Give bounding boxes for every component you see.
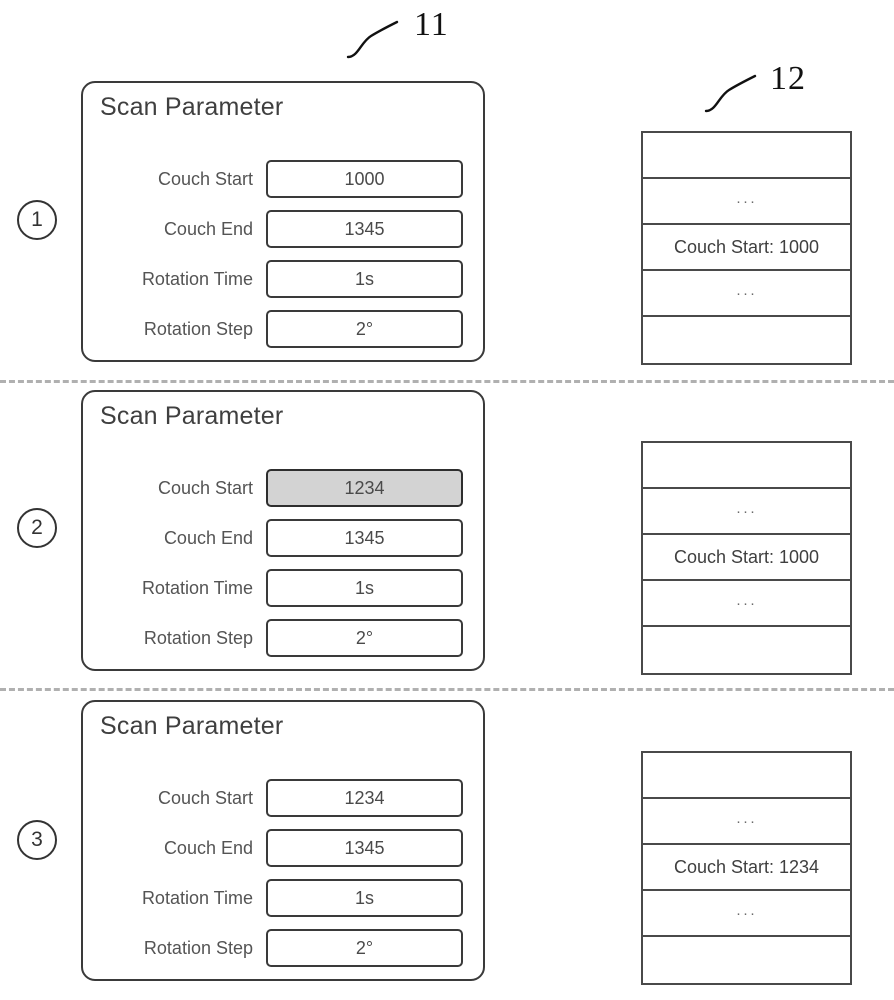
field-input-rotation-time-2[interactable]: 1s (266, 569, 463, 607)
field-row-couch-start-2: Couch Start 1234 (83, 469, 483, 507)
record-table-1: ··· Couch Start: 1000 ··· (641, 131, 852, 365)
record-row (643, 443, 850, 489)
section-divider-2 (0, 688, 894, 691)
reference-number-12: 12 (770, 60, 806, 97)
field-label-couch-end-1: Couch End (163, 219, 253, 239)
field-row-couch-start-3: Couch Start 1234 (83, 779, 483, 817)
scan-parameter-dialog-2[interactable]: Scan Parameter Couch Start 1234 Couch En… (81, 390, 485, 671)
record-table-3: ··· Couch Start: 1234 ··· (641, 751, 852, 985)
record-row: ··· (643, 271, 850, 317)
field-row-rotation-step-3: Rotation Step 2° (83, 929, 483, 967)
field-row-rotation-time-3: Rotation Time 1s (83, 879, 483, 917)
record-row-couch-start: Couch Start: 1234 (643, 845, 850, 891)
field-input-rotation-time-1[interactable]: 1s (266, 260, 463, 298)
field-input-couch-end-1[interactable]: 1345 (266, 210, 463, 248)
scan-parameter-dialog-1[interactable]: Scan Parameter Couch Start 1000 Couch En… (81, 81, 485, 362)
record-row: ··· (643, 489, 850, 535)
record-row-couch-start: Couch Start: 1000 (643, 225, 850, 271)
leader-line-11 (346, 20, 399, 59)
field-label-rotation-step-2: Rotation Step (143, 628, 253, 648)
field-label-rotation-time-2: Rotation Time (141, 578, 253, 598)
record-row (643, 133, 850, 179)
record-row (643, 627, 850, 673)
field-label-rotation-time-3: Rotation Time (141, 888, 253, 908)
field-row-couch-end-3: Couch End 1345 (83, 829, 483, 867)
field-row-couch-end-2: Couch End 1345 (83, 519, 483, 557)
field-label-couch-end-2: Couch End (163, 528, 253, 548)
field-input-couch-start-2[interactable]: 1234 (266, 469, 463, 507)
field-input-rotation-step-1[interactable]: 2° (266, 310, 463, 348)
field-label-couch-end-3: Couch End (163, 838, 253, 858)
leader-line-12 (704, 74, 757, 113)
field-label-rotation-step-1: Rotation Step (143, 319, 253, 339)
record-row: ··· (643, 179, 850, 225)
step-marker-1-label: 1 (31, 208, 43, 231)
step-marker-2: 2 (17, 508, 57, 548)
record-table-2: ··· Couch Start: 1000 ··· (641, 441, 852, 675)
field-label-couch-start-2: Couch Start (157, 478, 253, 498)
step-marker-3-label: 3 (31, 828, 43, 851)
record-row-couch-start: Couch Start: 1000 (643, 535, 850, 581)
step-marker-3: 3 (17, 820, 57, 860)
field-label-rotation-time-1: Rotation Time (141, 269, 253, 289)
section-divider-1 (0, 380, 894, 383)
field-row-rotation-time-2: Rotation Time 1s (83, 569, 483, 607)
field-row-couch-start-1: Couch Start 1000 (83, 160, 483, 198)
field-input-couch-end-2[interactable]: 1345 (266, 519, 463, 557)
record-row (643, 753, 850, 799)
record-row (643, 317, 850, 363)
record-row: ··· (643, 891, 850, 937)
record-row: ··· (643, 581, 850, 627)
field-input-couch-start-3[interactable]: 1234 (266, 779, 463, 817)
dialog-title-1: Scan Parameter (100, 93, 284, 121)
figure-canvas: 11 12 1 Scan Parameter Couch Start 1000 … (0, 0, 894, 1000)
field-input-rotation-step-3[interactable]: 2° (266, 929, 463, 967)
field-label-rotation-step-3: Rotation Step (143, 938, 253, 958)
field-row-rotation-step-1: Rotation Step 2° (83, 310, 483, 348)
field-row-rotation-time-1: Rotation Time 1s (83, 260, 483, 298)
field-label-couch-start-1: Couch Start (157, 169, 253, 189)
field-input-rotation-step-2[interactable]: 2° (266, 619, 463, 657)
field-input-couch-end-3[interactable]: 1345 (266, 829, 463, 867)
field-row-rotation-step-2: Rotation Step 2° (83, 619, 483, 657)
field-label-couch-start-3: Couch Start (157, 788, 253, 808)
field-row-couch-end-1: Couch End 1345 (83, 210, 483, 248)
step-marker-1: 1 (17, 200, 57, 240)
step-marker-2-label: 2 (31, 516, 43, 539)
record-row (643, 937, 850, 983)
field-input-rotation-time-3[interactable]: 1s (266, 879, 463, 917)
record-row: ··· (643, 799, 850, 845)
dialog-title-2: Scan Parameter (100, 402, 284, 430)
reference-number-11: 11 (414, 6, 449, 43)
field-input-couch-start-1[interactable]: 1000 (266, 160, 463, 198)
scan-parameter-dialog-3[interactable]: Scan Parameter Couch Start 1234 Couch En… (81, 700, 485, 981)
dialog-title-3: Scan Parameter (100, 712, 284, 740)
